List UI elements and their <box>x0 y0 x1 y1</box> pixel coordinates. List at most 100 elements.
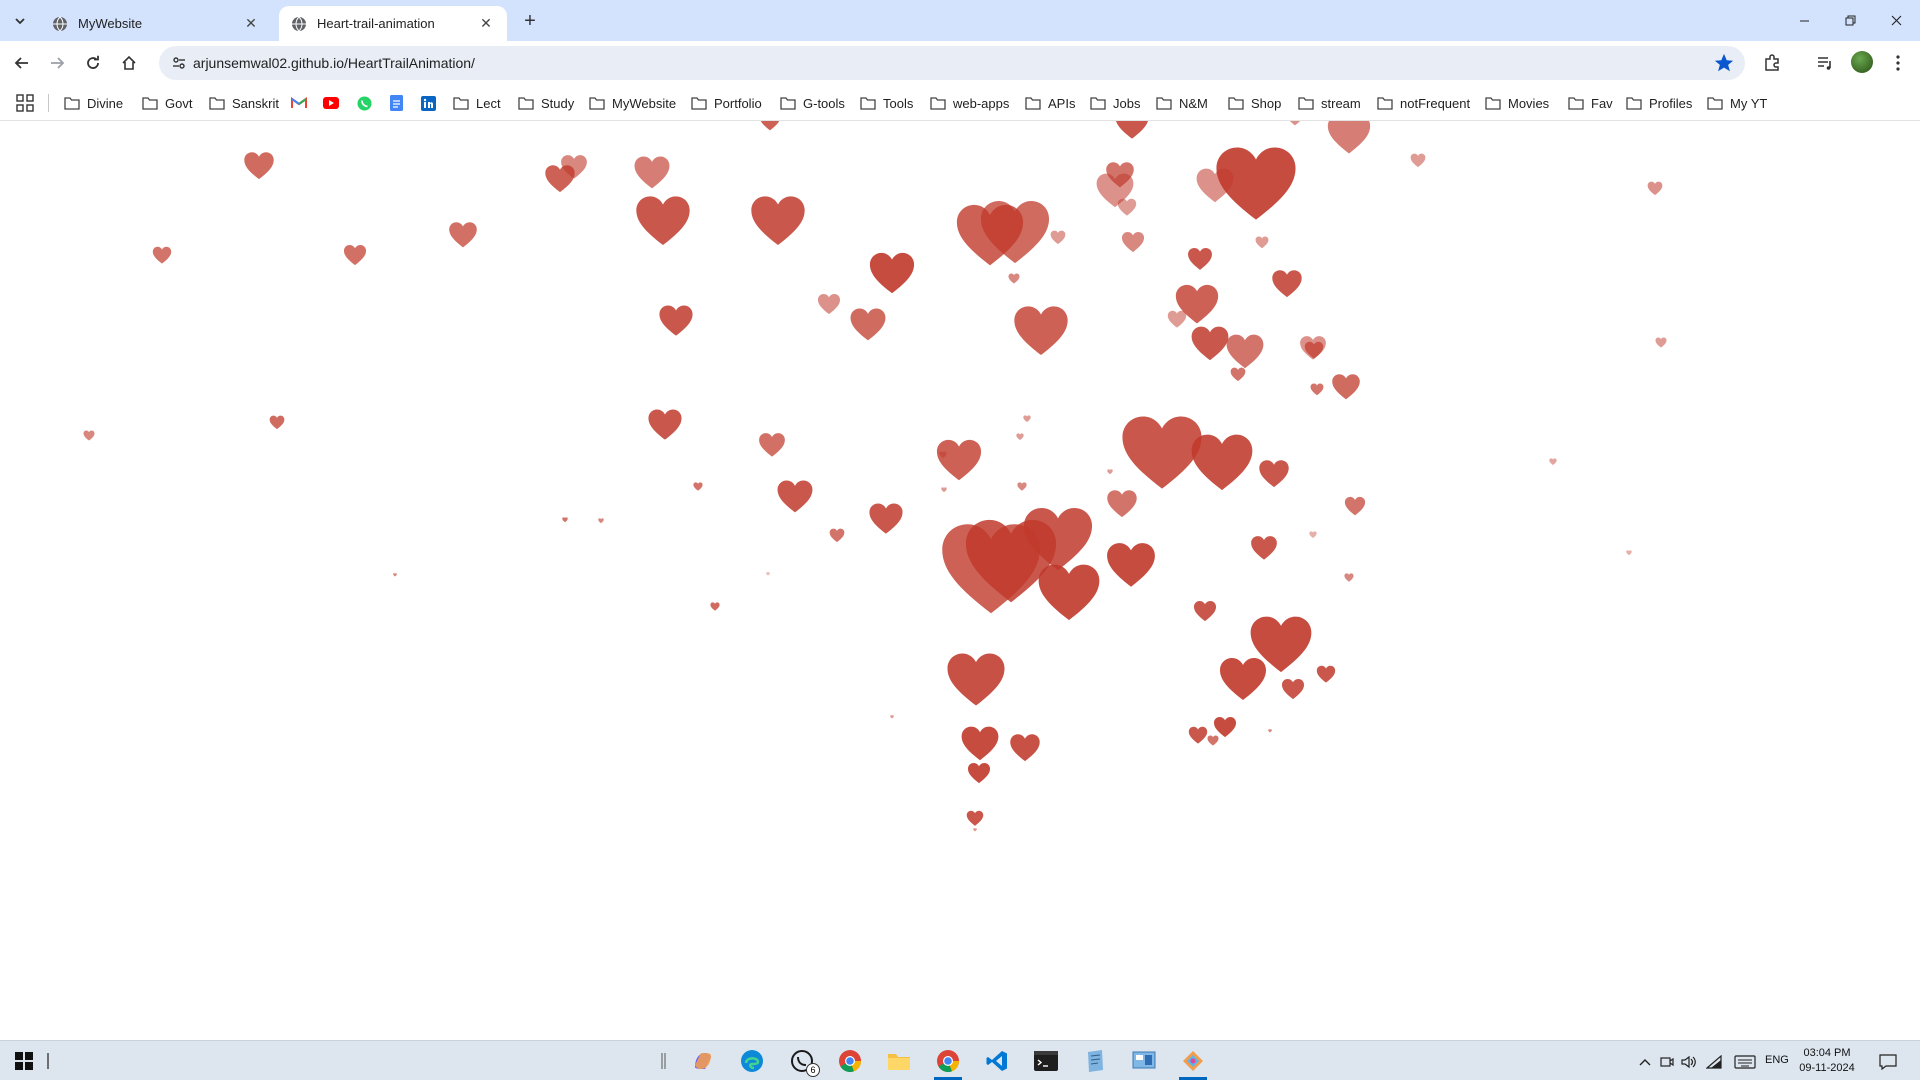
bookmark-folder-study[interactable]: Study <box>518 91 574 115</box>
bookmark-folder-jobs[interactable]: Jobs <box>1090 91 1140 115</box>
folder-icon <box>780 97 796 110</box>
heart-particle <box>1332 374 1360 400</box>
address-bar[interactable]: arjunsemwal02.github.io/HeartTrailAnimat… <box>159 46 1745 80</box>
vscode-button[interactable] <box>981 1045 1013 1077</box>
tab-mywebsite[interactable]: MyWebsite ✕ <box>40 6 272 41</box>
bookmark-folder-profiles[interactable]: Profiles <box>1626 91 1692 115</box>
restore-icon <box>1845 15 1855 25</box>
restore-button[interactable] <box>1828 0 1872 40</box>
browser-menu-button[interactable] <box>1886 51 1910 75</box>
back-button[interactable] <box>6 47 38 79</box>
webcam-tray-icon[interactable] <box>1658 1053 1676 1071</box>
bookmark-folder-lect[interactable]: Lect <box>453 91 501 115</box>
folder-icon <box>518 97 534 110</box>
heart-particle <box>1655 337 1667 349</box>
show-hidden-icons-button[interactable] <box>1636 1053 1654 1071</box>
file-explorer-button[interactable] <box>883 1045 915 1077</box>
youtube-bookmark[interactable] <box>323 95 339 111</box>
forward-button[interactable] <box>41 47 73 79</box>
profile-avatar[interactable] <box>1851 51 1873 73</box>
bookmarks-separator <box>48 94 49 112</box>
heart-particle <box>961 726 999 760</box>
close-tab-icon[interactable]: ✕ <box>477 15 495 33</box>
home-button[interactable] <box>113 47 145 79</box>
copilot-button[interactable] <box>687 1045 719 1077</box>
control-panel-button[interactable] <box>1128 1045 1160 1077</box>
whatsapp-bookmark[interactable] <box>356 95 372 111</box>
edge-button[interactable] <box>736 1045 768 1077</box>
tab-heart-trail-animation[interactable]: Heart-trail-animation ✕ <box>279 6 507 41</box>
heart-particle <box>1121 231 1145 253</box>
heart-particle <box>766 572 770 576</box>
folder-icon <box>1228 97 1244 110</box>
heart-particle <box>1188 726 1208 744</box>
minimize-button[interactable] <box>1782 0 1826 40</box>
start-button[interactable] <box>8 1045 40 1077</box>
heart-particle <box>1310 383 1324 395</box>
task-view-button[interactable] <box>40 1045 56 1077</box>
bookmark-folder-my-yt[interactable]: My YT <box>1707 91 1767 115</box>
folder-icon <box>691 97 707 110</box>
bookmark-folder-web-apps[interactable]: web-apps <box>930 91 1009 115</box>
heart-particle <box>1107 543 1155 587</box>
chrome-button[interactable] <box>932 1045 964 1080</box>
google-docs-bookmark[interactable] <box>388 95 404 111</box>
extensions-button[interactable] <box>1760 51 1784 75</box>
heart-particle <box>936 439 982 481</box>
gmail-bookmark[interactable] <box>291 95 307 111</box>
new-tab-button[interactable]: + <box>517 8 543 34</box>
bookmark-folder-stream[interactable]: stream <box>1298 91 1361 115</box>
clock[interactable]: 03:04 PM 09-11-2024 <box>1798 1046 1856 1076</box>
chrome-profile-button[interactable] <box>834 1045 866 1077</box>
linkedin-bookmark[interactable] <box>420 95 436 111</box>
notepad-button[interactable] <box>1079 1045 1111 1077</box>
bookmark-folder-notfrequent[interactable]: notFrequent <box>1377 91 1470 115</box>
terminal-button[interactable] <box>1030 1045 1062 1077</box>
bookmark-folder-portfolio[interactable]: Portfolio <box>691 91 762 115</box>
input-language[interactable]: ENG <box>1765 1054 1789 1066</box>
reload-button[interactable] <box>77 47 109 79</box>
volume-tray-icon[interactable] <box>1680 1053 1698 1071</box>
google-docs-icon <box>389 95 403 111</box>
close-window-button[interactable] <box>1874 0 1918 40</box>
tab-search-button[interactable] <box>6 7 34 35</box>
bookmark-folder-sanskrit[interactable]: Sanskrit <box>209 91 279 115</box>
keyboard-tray-icon[interactable] <box>1733 1053 1757 1071</box>
heart-particle <box>941 487 947 493</box>
notepad-icon <box>1088 1050 1103 1072</box>
bookmark-folder-shop[interactable]: Shop <box>1228 91 1281 115</box>
site-info-button[interactable] <box>167 51 191 75</box>
chevron-up-icon <box>1639 1059 1651 1066</box>
bookmark-folder-divine[interactable]: Divine <box>64 91 123 115</box>
bookmark-folder-n-and-m[interactable]: N&M <box>1156 91 1208 115</box>
bookmark-folder-govt[interactable]: Govt <box>142 91 192 115</box>
heart-particle <box>343 244 367 266</box>
bookmark-folder-fav[interactable]: Fav <box>1568 91 1613 115</box>
bookmark-star-icon[interactable] <box>1713 52 1735 74</box>
bookmarks-bar: Divine Govt Sanskrit Lect Study MyWebsit… <box>0 85 1920 121</box>
bookmark-folder-mywebsite[interactable]: MyWebsite <box>589 91 676 115</box>
media-controls-button[interactable] <box>1813 51 1837 75</box>
heart-particle <box>973 828 977 832</box>
bookmark-folder-g-tools[interactable]: G-tools <box>780 91 845 115</box>
folder-icon <box>1485 97 1501 110</box>
network-tray-icon[interactable] <box>1705 1053 1723 1071</box>
heart-particle <box>1304 341 1324 359</box>
bookmark-folder-tools[interactable]: Tools <box>860 91 913 115</box>
whatsapp-taskbar-button[interactable]: 6 <box>786 1045 820 1077</box>
heart-trail-canvas[interactable] <box>0 121 1920 1040</box>
apps-grid-icon[interactable] <box>16 94 34 112</box>
cursor-bar-icon <box>47 1053 49 1069</box>
folder-icon <box>930 97 946 110</box>
windows-logo-icon <box>15 1052 33 1070</box>
close-tab-icon[interactable]: ✕ <box>242 15 260 33</box>
paint-app-button[interactable] <box>1177 1045 1209 1080</box>
bookmark-folder-movies[interactable]: Movies <box>1485 91 1549 115</box>
url-text[interactable]: arjunsemwal02.github.io/HeartTrailAnimat… <box>193 46 475 80</box>
notifications-button[interactable] <box>1877 1053 1899 1071</box>
heart-particle <box>1117 198 1137 216</box>
heart-particle <box>449 222 477 248</box>
notification-icon <box>1879 1054 1897 1070</box>
folder-icon <box>1156 97 1172 110</box>
bookmark-folder-apis[interactable]: APIs <box>1025 91 1075 115</box>
